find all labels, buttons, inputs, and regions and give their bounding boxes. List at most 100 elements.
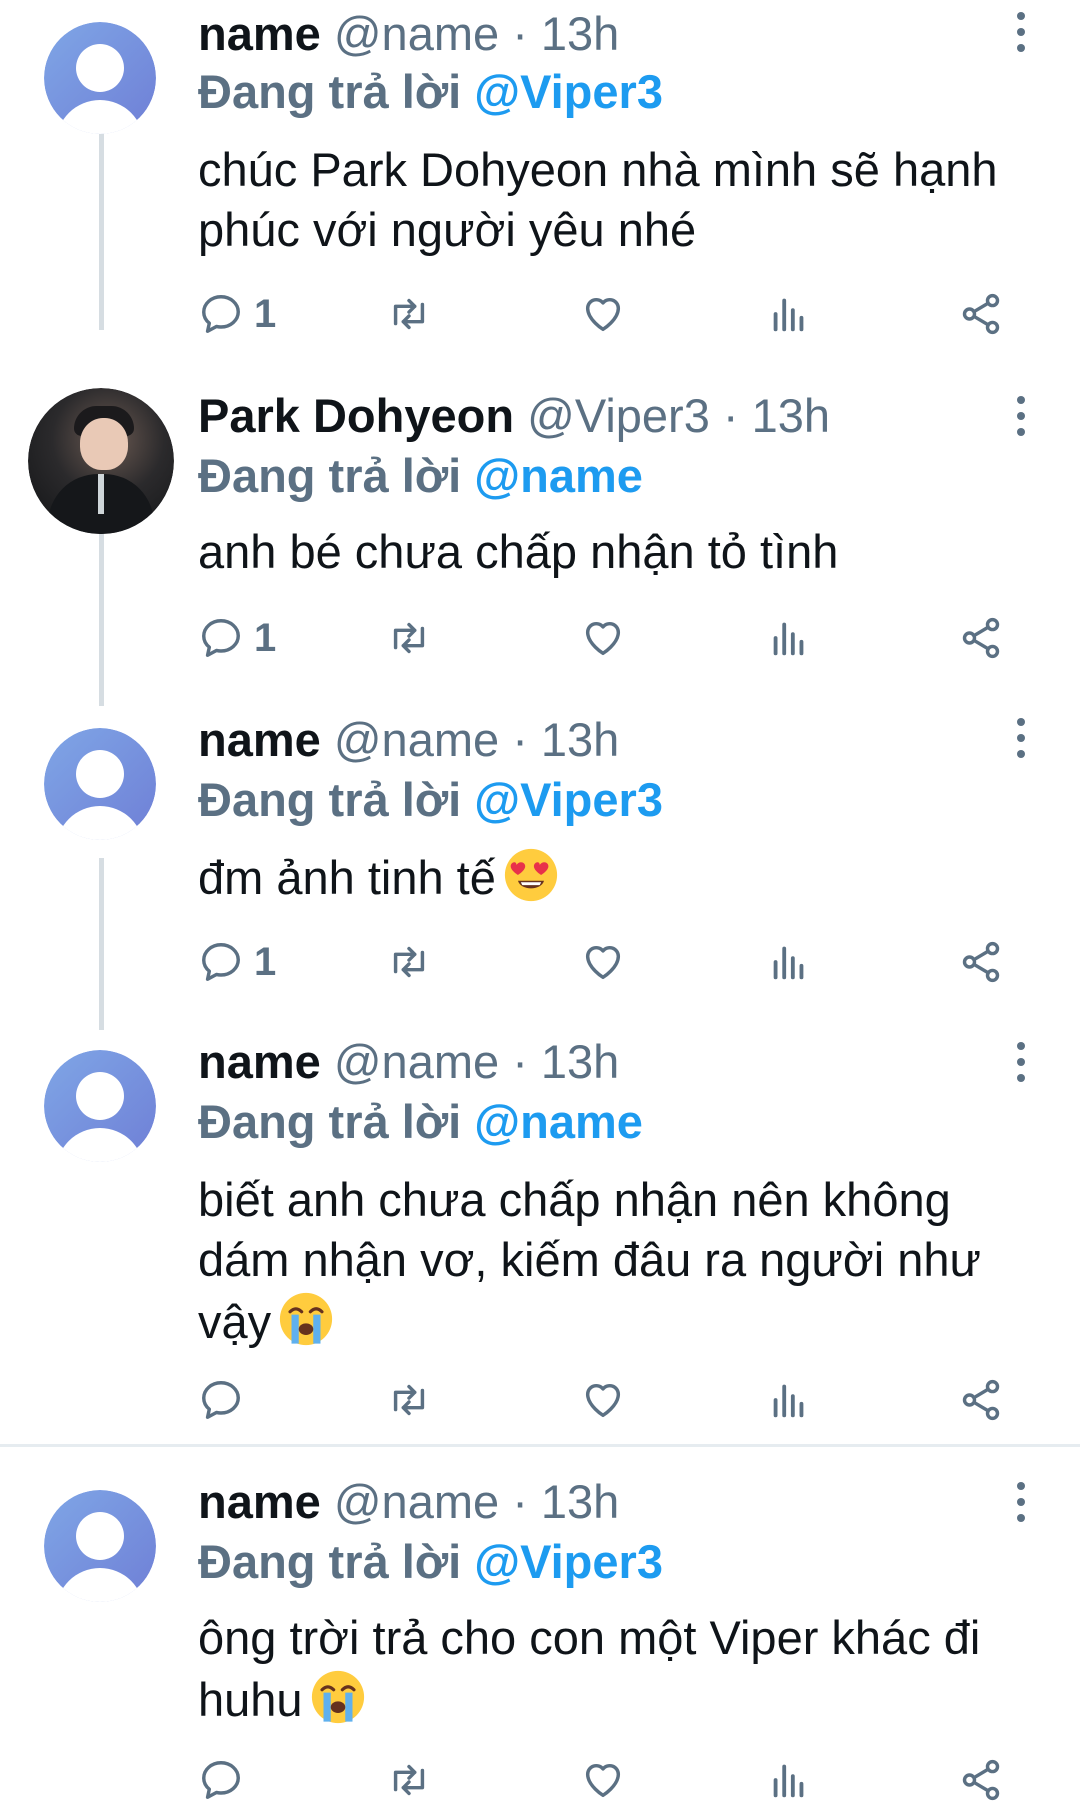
reply-mention-link[interactable]: @name (474, 1095, 643, 1148)
separator-dot: · (512, 7, 528, 60)
tweet-text: đm ảnh tinh tế (198, 851, 496, 904)
share-button[interactable] (958, 608, 1004, 668)
reply-button[interactable]: 1 (198, 608, 276, 668)
replying-to-label: Đang trả lời (198, 449, 462, 502)
analytics-button[interactable] (766, 932, 812, 992)
like-button[interactable] (580, 608, 626, 668)
timestamp[interactable]: 13h (541, 1475, 619, 1528)
tweet-divider (0, 1444, 1080, 1447)
reply-button[interactable]: 1 (198, 284, 276, 344)
replying-to: Đang trả lời @Viper3 (198, 1534, 663, 1590)
tweet-text: anh bé chưa chấp nhận tỏ tình (198, 525, 839, 578)
analytics-button[interactable] (766, 1370, 812, 1430)
reply-count: 1 (254, 939, 277, 984)
separator-dot: · (512, 1475, 528, 1528)
retweet-icon (393, 946, 425, 978)
reply-count: 1 (254, 615, 277, 660)
share-icon (962, 1759, 1000, 1801)
thread-line (99, 132, 104, 330)
more-options-icon[interactable] (1006, 2, 1036, 62)
avatar-default[interactable] (44, 1050, 156, 1162)
reply-icon (202, 295, 240, 333)
reply-count: 1 (254, 291, 277, 336)
heart-icon (585, 621, 621, 656)
share-button[interactable] (958, 1750, 1004, 1810)
share-button[interactable] (958, 1370, 1004, 1430)
reply-button[interactable] (198, 1750, 254, 1810)
tweet-actions (198, 1750, 1028, 1810)
retweet-button[interactable] (386, 1370, 432, 1430)
tweet-header: name @name · 13h (198, 712, 619, 768)
more-options-icon[interactable] (1006, 1032, 1036, 1092)
replying-to: Đang trả lời @Viper3 (198, 64, 663, 120)
separator-dot: · (512, 1035, 528, 1088)
avatar-default[interactable] (44, 1490, 156, 1602)
reply-mention-link[interactable]: @Viper3 (474, 65, 663, 118)
heart-icon (585, 297, 621, 332)
retweet-icon (393, 622, 425, 654)
display-name[interactable]: name (198, 7, 321, 60)
user-handle[interactable]: @name (334, 1035, 499, 1088)
tweet-text-block: đm ảnh tinh tế (198, 846, 1048, 908)
like-button[interactable] (580, 1370, 626, 1430)
more-options-icon[interactable] (1006, 708, 1036, 768)
timestamp[interactable]: 13h (541, 1035, 619, 1088)
analytics-icon (773, 1764, 804, 1798)
separator-dot: · (512, 713, 528, 766)
tweet-text: chúc Park Dohyeon nhà mình sẽ hạnh phúc … (198, 143, 998, 256)
retweet-icon (393, 298, 425, 330)
heart-icon (585, 1763, 621, 1798)
like-button[interactable] (580, 1750, 626, 1810)
timestamp[interactable]: 13h (752, 389, 830, 442)
reply-icon (202, 1761, 240, 1799)
avatar-default[interactable] (44, 22, 156, 134)
reply-icon (202, 943, 240, 981)
avatar-photo[interactable] (28, 388, 174, 534)
analytics-icon (773, 622, 804, 656)
reply-button[interactable] (198, 1370, 254, 1430)
analytics-icon (773, 946, 804, 980)
analytics-button[interactable] (766, 608, 812, 668)
replying-to-label: Đang trả lời (198, 1095, 462, 1148)
share-button[interactable] (958, 284, 1004, 344)
display-name[interactable]: Park Dohyeon (198, 389, 514, 442)
avatar-default[interactable] (44, 728, 156, 840)
thread-line (99, 858, 104, 1030)
tweet-actions: 1 (198, 284, 1028, 344)
analytics-button[interactable] (766, 1750, 812, 1810)
reply-mention-link[interactable]: @Viper3 (474, 1535, 663, 1588)
retweet-button[interactable] (386, 932, 432, 992)
retweet-button[interactable] (386, 284, 432, 344)
reply-mention-link[interactable]: @Viper3 (474, 773, 663, 826)
analytics-icon (773, 298, 804, 332)
display-name[interactable]: name (198, 713, 321, 766)
reply-icon (202, 1381, 240, 1419)
retweet-button[interactable] (386, 1750, 432, 1810)
tweet-text-block: ông trời trả cho con một Viper khác đi h… (198, 1608, 1048, 1730)
separator-dot: · (722, 389, 739, 442)
share-icon (962, 941, 1000, 983)
timestamp[interactable]: 13h (541, 7, 619, 60)
replying-to-label: Đang trả lời (198, 773, 462, 826)
reply-mention-link[interactable]: @name (474, 449, 643, 502)
loudly-crying-emoji (280, 1292, 333, 1346)
analytics-button[interactable] (766, 284, 812, 344)
display-name[interactable]: name (198, 1475, 321, 1528)
more-options-icon[interactable] (1006, 386, 1036, 446)
share-icon (962, 293, 1000, 335)
reply-button[interactable]: 1 (198, 932, 276, 992)
user-handle[interactable]: @name (334, 7, 499, 60)
loudly-crying-emoji (311, 1670, 364, 1724)
display-name[interactable]: name (198, 1035, 321, 1088)
retweet-button[interactable] (386, 608, 432, 668)
user-handle[interactable]: @name (334, 713, 499, 766)
user-handle[interactable]: @Viper3 (527, 389, 710, 442)
replying-to-label: Đang trả lời (198, 65, 462, 118)
like-button[interactable] (580, 932, 626, 992)
user-handle[interactable]: @name (334, 1475, 499, 1528)
replying-to: Đang trả lời @name (198, 1094, 643, 1150)
like-button[interactable] (580, 284, 626, 344)
share-button[interactable] (958, 932, 1004, 992)
more-options-icon[interactable] (1006, 1472, 1036, 1532)
timestamp[interactable]: 13h (541, 713, 619, 766)
